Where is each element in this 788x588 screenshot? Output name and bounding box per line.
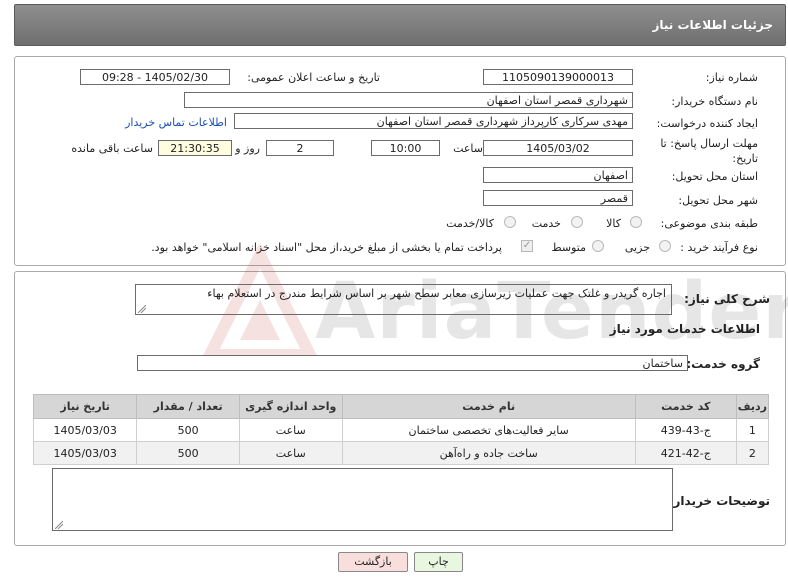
column-header-code: کد خدمت [634,394,737,419]
row-qty: 500 [136,441,240,465]
row-unit: ساعت [238,441,343,465]
buyer-org-field[interactable]: شهرداری قمصر استان اصفهان [184,92,633,108]
province-field[interactable]: اصفهان [483,167,633,183]
column-header-qty: تعداد / مقدار [136,394,240,419]
row-qty: 500 [136,418,240,442]
resize-grip-icon [138,305,146,313]
page-title: جزئیات اطلاعات نیاز [652,18,773,32]
deadline-date-field[interactable]: 1405/03/02 [483,140,633,156]
service-group-label: گروه خدمت: [686,357,760,371]
row-name: سایر فعالیت‌های تخصصی ساختمان [341,418,636,442]
city-label: شهر محل تحویل: [678,194,758,207]
purchase-option-minor: جزیی [624,241,650,254]
announce-date-field[interactable]: 1405/02/30 - 09:28 [80,69,230,85]
need-number-field[interactable]: 1105090139000013 [483,69,633,85]
service-group-field[interactable]: ساختمان [137,355,688,371]
category-label: طبقه بندی موضوعی: [660,217,758,230]
table-row: 2 ج-42-421 ساخت جاده و راه‌آهن ساعت 500 … [32,441,770,465]
purchase-radio-medium[interactable] [592,240,604,252]
column-header-date: تاریخ نیاز [32,394,138,419]
row-code: ج-42-421 [634,441,737,465]
category-radio-goods-service[interactable] [504,216,516,228]
need-number-label: شماره نیاز: [705,71,758,84]
category-radio-goods[interactable] [630,216,642,228]
page-header: جزئیات اطلاعات نیاز [14,4,786,46]
purchase-option-medium: متوسط [551,241,586,254]
resize-grip-icon [55,521,63,529]
buyer-notes-textarea[interactable] [52,468,673,531]
category-option-goods-service: کالا/خدمت [446,217,494,230]
row-date: 1405/03/03 [32,418,138,442]
purchase-type-label: نوع فرآیند خرید : [680,241,758,254]
deadline-time-field[interactable]: 10:00 [371,140,440,156]
row-unit: ساعت [238,418,343,442]
buyer-org-label: نام دستگاه خریدار: [671,95,758,108]
treasury-payment-note: پرداخت تمام یا بخشی از مبلغ خرید،از محل … [151,241,502,254]
deadline-label: مهلت ارسال پاسخ: تا [660,137,758,150]
table-row: 1 ج-43-439 سایر فعالیت‌های تخصصی ساختمان… [32,418,770,442]
services-table: ردیف کد خدمت نام خدمت واحد اندازه گیری ت… [32,394,770,465]
row-code: ج-43-439 [634,418,737,442]
services-table-header: ردیف کد خدمت نام خدمت واحد اندازه گیری ت… [32,394,770,419]
column-header-index: ردیف [735,394,770,419]
deadline-time-label: ساعت [453,142,483,155]
category-option-goods: کالا [606,217,621,230]
need-info-panel [14,56,786,266]
creator-field[interactable]: مهدی سرکاری کارپرداز شهرداری قمصر استان … [234,113,633,129]
buyer-contact-link[interactable]: اطلاعات تماس خریدار [125,116,227,129]
print-button[interactable]: چاپ [414,552,463,572]
city-field[interactable]: قمصر [483,190,633,206]
buyer-notes-label: توضیحات خریدار: [668,494,770,508]
column-header-name: نام خدمت [341,394,636,419]
row-name: ساخت جاده و راه‌آهن [341,441,636,465]
category-option-service: خدمت [531,217,561,230]
row-date: 1405/03/03 [32,441,138,465]
back-button[interactable]: بازگشت [338,552,408,572]
description-textarea[interactable]: اجاره گریدر و غلتک جهت عملیات زیرسازی مع… [135,284,672,315]
purchase-radio-minor[interactable] [659,240,671,252]
row-index: 1 [735,418,770,442]
services-section-title: اطلاعات خدمات مورد نیاز [609,322,760,336]
announce-date-label: تاریخ و ساعت اعلان عمومی: [247,71,380,84]
column-header-unit: واحد اندازه گیری [238,394,343,419]
remaining-time-field[interactable]: 21:30:35 [158,140,232,156]
treasury-payment-checkbox[interactable]: ✓ [521,240,533,252]
description-text: اجاره گریدر و غلتک جهت عملیات زیرسازی مع… [207,287,666,300]
remaining-days-field[interactable]: 2 [266,140,334,156]
days-label: روز و [235,142,260,155]
creator-label: ایجاد کننده درخواست: [656,117,758,130]
row-index: 2 [735,441,770,465]
province-label: استان محل تحویل: [671,170,758,183]
description-label: شرح کلی نیاز: [684,292,770,306]
category-radio-service[interactable] [571,216,583,228]
remaining-time-label: ساعت باقی مانده [71,142,153,155]
deadline-date-label: تاریخ: [732,152,758,165]
